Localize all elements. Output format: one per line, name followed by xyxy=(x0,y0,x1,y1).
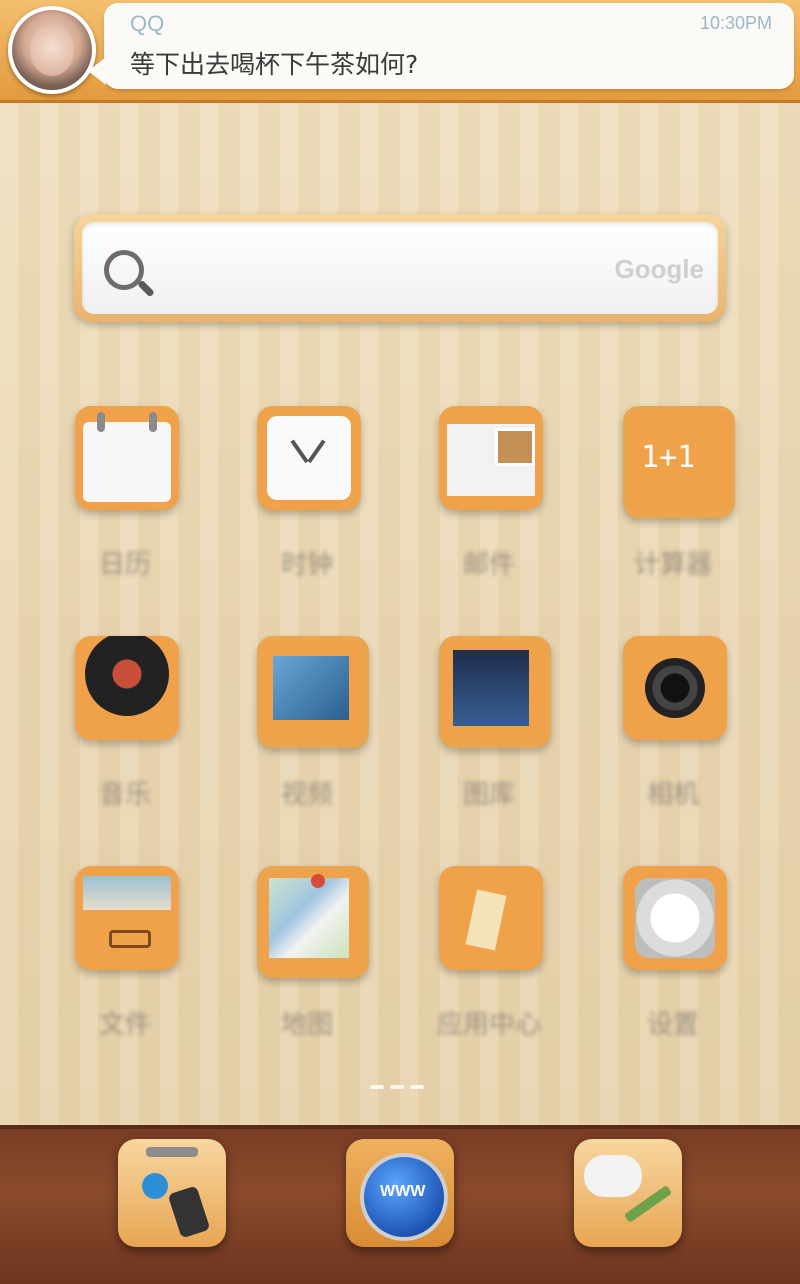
app-label: 计算器 xyxy=(633,550,712,580)
dock: WWW xyxy=(0,1125,800,1284)
clock-icon[interactable] xyxy=(257,406,361,510)
notification-message: 等下出去喝杯下午茶如何? xyxy=(130,50,419,79)
search-input[interactable]: Google xyxy=(82,222,718,314)
app-settings[interactable]: 设置 xyxy=(588,866,758,1066)
search-icon[interactable] xyxy=(104,250,144,290)
app-label: 日历 xyxy=(98,550,151,580)
app-label: 时钟 xyxy=(280,550,333,580)
app-label: 相机 xyxy=(646,780,699,810)
app-camera[interactable]: 相机 xyxy=(588,636,758,836)
app-label: 应用中心 xyxy=(436,1010,541,1040)
app-gallery[interactable]: 图库 xyxy=(404,636,574,836)
app-mail[interactable]: 邮件 xyxy=(404,406,574,606)
app-label: 邮件 xyxy=(462,550,515,580)
settings-icon[interactable] xyxy=(623,866,727,970)
files-icon[interactable] xyxy=(75,866,179,970)
notification-time: 10:30PM xyxy=(699,13,772,33)
music-icon[interactable] xyxy=(75,636,179,740)
app-store[interactable]: 应用中心 xyxy=(404,866,574,1066)
calculator-icon[interactable]: 1+1 xyxy=(623,406,735,518)
mail-icon[interactable] xyxy=(439,406,543,510)
search-brand-label: Google xyxy=(614,254,704,284)
app-music[interactable]: 音乐 xyxy=(40,636,210,836)
contacts-icon[interactable] xyxy=(118,1139,226,1247)
camera-icon[interactable] xyxy=(623,636,727,740)
app-label: 音乐 xyxy=(98,780,151,810)
app-video[interactable]: 视频 xyxy=(222,636,392,836)
calendar-icon[interactable] xyxy=(75,406,179,510)
browser-icon[interactable]: WWW xyxy=(346,1139,454,1247)
avatar xyxy=(8,6,96,94)
qq-notification[interactable]: QQ 10:30PM 等下出去喝杯下午茶如何? xyxy=(0,0,800,103)
message-bubble[interactable]: QQ 10:30PM 等下出去喝杯下午茶如何? xyxy=(88,3,794,89)
gallery-icon[interactable] xyxy=(439,636,551,748)
app-files[interactable]: 文件 xyxy=(40,866,210,1066)
page-indicator xyxy=(370,1074,430,1089)
app-label: 视频 xyxy=(280,780,333,810)
map-icon[interactable] xyxy=(257,866,369,978)
app-label: 设置 xyxy=(646,1010,699,1040)
app-clock[interactable]: 时钟 xyxy=(222,406,392,606)
app-label: 地图 xyxy=(280,1010,333,1040)
app-store-icon[interactable] xyxy=(439,866,543,970)
app-map[interactable]: 地图 xyxy=(222,866,392,1066)
app-calendar[interactable]: 日历 xyxy=(40,406,210,606)
video-icon[interactable] xyxy=(257,636,369,748)
notification-sender: QQ xyxy=(130,11,165,36)
google-search-widget[interactable]: Google xyxy=(74,214,726,322)
messaging-icon[interactable] xyxy=(574,1139,682,1247)
app-calculator[interactable]: 1+1 计算器 xyxy=(588,406,758,606)
app-label: 图库 xyxy=(462,780,515,810)
app-label: 文件 xyxy=(98,1010,151,1040)
